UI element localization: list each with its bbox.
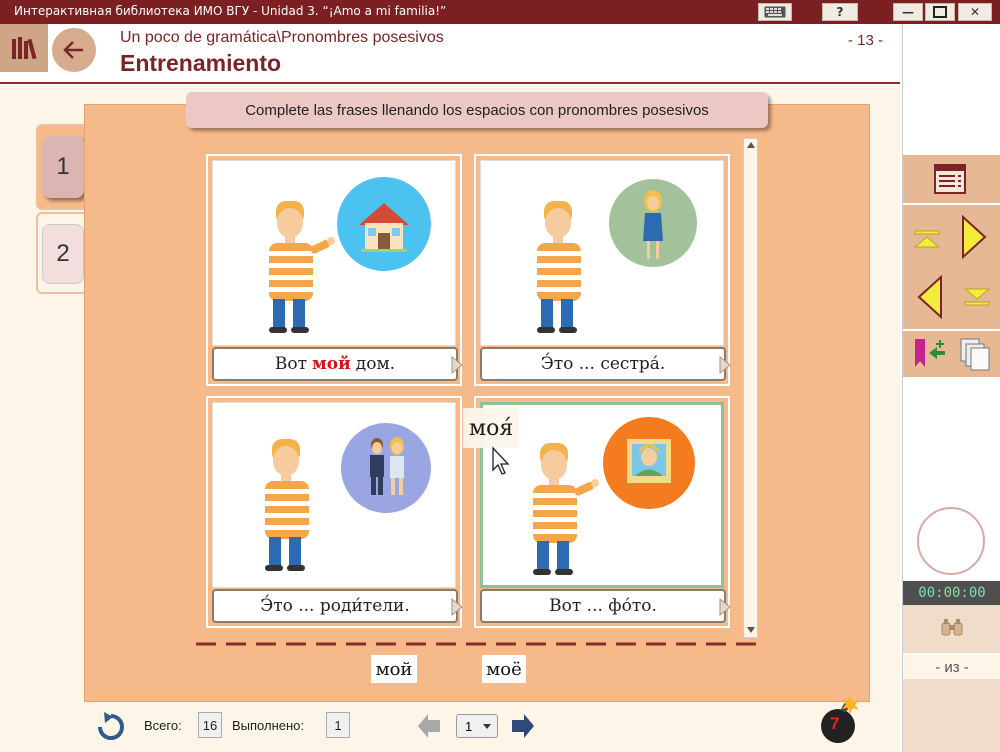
total-label: Всего: [144,718,182,733]
library-button[interactable] [0,24,48,72]
chevron-down-icon [483,724,491,729]
maximize-button[interactable] [925,3,955,21]
card-image [212,160,456,346]
window-titlebar: Интерактивная библиотека ИМО ВГУ - Unida… [0,0,1000,24]
reset-icon[interactable] [96,712,126,742]
cursor-arrow-icon [492,446,510,475]
play-audio-icon[interactable] [450,597,464,617]
tab-2[interactable]: 2 [36,212,88,294]
total-count: 16 [198,712,222,738]
scroll-up-icon[interactable] [747,142,755,148]
answer-line [196,642,756,646]
card-image [480,160,724,346]
tab-1[interactable]: 1 [36,124,88,210]
timer-dial[interactable] [917,507,985,575]
prev-slide-icon[interactable] [915,273,945,321]
sentence-field[interactable]: Вот ... фо́то. [480,589,731,623]
sidebar-footer [903,679,1000,752]
binoculars-icon[interactable] [939,617,965,639]
window-title: Интерактивная библиотека ИМО ВГУ - Unida… [14,4,447,18]
bottom-toolbar: Всего: 16 Выполнено: 1 1 7 [84,696,870,752]
last-page-icon[interactable] [963,285,991,307]
page-title: Entrenamiento [120,50,282,76]
table-of-contents-icon [934,164,966,194]
copy-pages-icon[interactable] [957,337,991,371]
page-number: - 13 - [848,32,884,49]
books-icon [12,37,37,60]
timer-display: 00:00:00 [903,581,1000,605]
bomb-counter: 7 [820,690,860,746]
tab-1-button[interactable]: 1 [42,136,84,198]
contents-button[interactable] [903,155,1000,203]
sentence-field[interactable]: Вот мой дом. [212,347,463,381]
help-button[interactable]: ? [822,3,858,21]
page-counter: - из - [903,655,1000,679]
navigation-block [903,205,1000,329]
maximize-icon [933,6,947,18]
page-header: Un poco de gramática\Pronombres posesivo… [0,24,900,84]
search-block [903,605,1000,653]
play-audio-icon[interactable] [718,597,732,617]
keyboard-button[interactable] [758,3,792,21]
sentence-field[interactable]: Э́то ... роди́тели. [212,589,463,623]
keyboard-icon [764,6,786,18]
instruction-banner: Complete las frases llenando los espacio… [186,92,768,128]
right-sidebar: 00:00:00 - из - [902,24,1000,752]
filled-answer[interactable]: мой [312,354,351,374]
dragging-word[interactable]: моя́ [463,408,520,448]
page-select[interactable]: 1 [456,714,498,738]
tools-block [903,331,1000,377]
house-icon [337,177,431,271]
card-sister: Э́то ... сестра́. [474,154,731,386]
parents-icon [341,423,431,513]
tab-2-button[interactable]: 2 [42,224,84,284]
card-parents: Э́то ... роди́тели. [206,396,463,628]
done-label: Выполнено: [232,718,305,733]
close-button[interactable]: ✕ [958,3,992,21]
breadcrumb: Un poco de gramática\Pronombres posesivo… [120,29,444,46]
scroll-down-icon[interactable] [747,627,755,633]
bookmark-add-icon[interactable] [911,337,947,371]
first-page-icon[interactable] [913,229,941,251]
sentence-field[interactable]: Э́то ... сестра́. [480,347,731,381]
play-audio-icon[interactable] [450,355,464,375]
play-audio-icon[interactable] [718,355,732,375]
sister-icon [609,179,697,267]
bomb-icon [821,696,859,743]
card-image [212,402,456,588]
minimize-button[interactable]: — [893,3,923,21]
next-slide-icon[interactable] [959,213,989,261]
next-page-icon[interactable] [510,712,536,740]
arrow-left-icon [63,41,83,59]
back-button[interactable] [52,28,96,72]
photo-icon [603,417,695,509]
answer-word[interactable]: моё [482,655,526,683]
card-house: Вот мой дом. [206,154,463,386]
done-count: 1 [326,712,350,738]
answer-word[interactable]: мой [371,655,417,683]
prev-page-icon[interactable] [416,712,442,740]
scrollbar[interactable] [743,138,758,638]
